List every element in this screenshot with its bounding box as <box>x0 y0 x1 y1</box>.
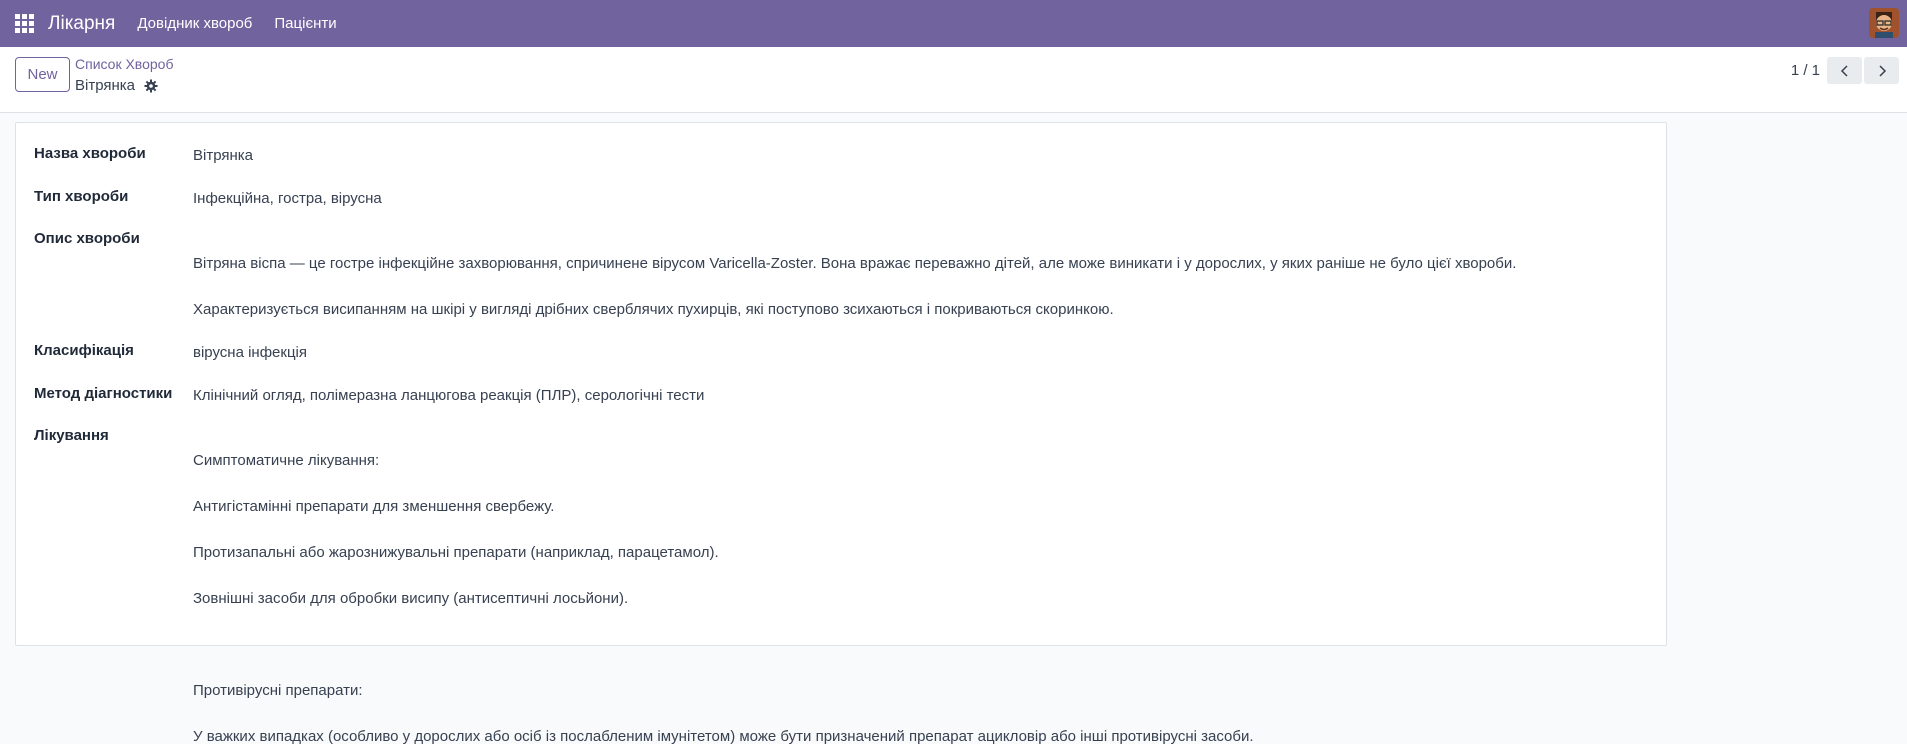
treatment-line: Антигістамінні препарати для зменшення с… <box>193 498 555 515</box>
treatment-line: Противірусні препарати: <box>193 682 363 699</box>
field-value-name[interactable]: Вітрянка <box>193 144 253 167</box>
treatment-line: Зовнішні засоби для обробки висипу (анти… <box>193 590 629 607</box>
treatment-line <box>193 633 1653 656</box>
field-value-diagnostics[interactable]: Клінічний огляд, полімеразна ланцюгова р… <box>193 384 704 407</box>
control-panel: New Список Хвороб Вітрянка 1 / 1 <box>0 47 1907 113</box>
pager-value[interactable]: 1 / 1 <box>1791 62 1820 79</box>
app-title[interactable]: Лікарня <box>48 13 115 35</box>
apps-grid-icon[interactable] <box>15 14 34 33</box>
description-line: Вітряна віспа — це гостре інфекційне зах… <box>193 255 1517 272</box>
pager-next-button[interactable] <box>1864 57 1899 84</box>
menu-patients[interactable]: Пацієнти <box>274 15 336 32</box>
record-title: Вітрянка <box>75 77 136 94</box>
field-label-classification: Класифікація <box>34 342 134 359</box>
chevron-left-icon <box>1840 64 1848 77</box>
form-sheet: Назва хвороби Вітрянка Тип хвороби Інфек… <box>15 122 1667 744</box>
top-navbar: Лікарня Довідник хвороб Пацієнти <box>0 0 1907 47</box>
field-label-name: Назва хвороби <box>34 145 146 162</box>
breadcrumb-current: Вітрянка <box>75 77 158 94</box>
chevron-right-icon <box>1878 64 1886 77</box>
user-avatar[interactable] <box>1869 8 1899 38</box>
field-label-type: Тип хвороби <box>34 188 129 205</box>
new-button[interactable]: New <box>15 57 70 92</box>
field-label-description: Опис хвороби <box>34 230 140 247</box>
breadcrumb-disease-list[interactable]: Список Хвороб <box>75 56 173 72</box>
menu-disease-directory[interactable]: Довідник хвороб <box>137 15 252 32</box>
field-value-type[interactable]: Інфекційна, гостра, вірусна <box>193 187 382 210</box>
field-label-treatment: Лікування <box>34 427 109 444</box>
gear-icon[interactable] <box>144 79 158 93</box>
field-value-classification[interactable]: вірусна інфекція <box>193 341 307 364</box>
treatment-line: Симптоматичне лікування: <box>193 452 380 469</box>
pager-previous-button[interactable] <box>1827 57 1862 84</box>
field-value-description[interactable]: Вітряна віспа — це гостре інфекційне зах… <box>193 229 1653 344</box>
treatment-line: Протизапальні або жарознижувальні препар… <box>193 544 719 561</box>
description-line: Характеризується висипанням на шкірі у в… <box>193 301 1114 318</box>
treatment-line: У важких випадках (особливо у дорослих а… <box>193 728 1254 744</box>
field-value-treatment[interactable]: Симптоматичне лікування: Антигістамінні … <box>193 426 1653 744</box>
field-label-diagnostics: Метод діагностики <box>34 385 173 402</box>
